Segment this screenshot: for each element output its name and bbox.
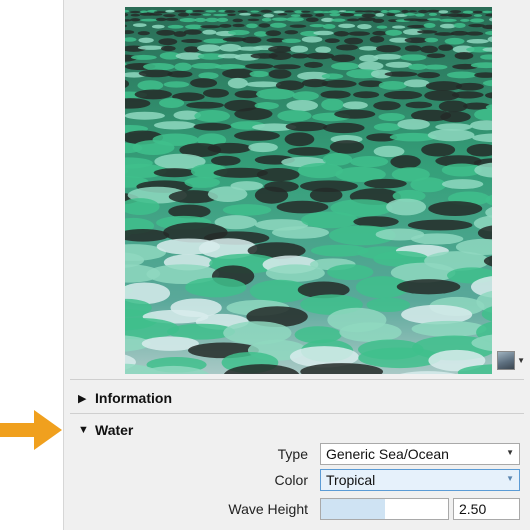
section-water-header[interactable]: ▼ Water — [78, 418, 133, 442]
wave-height-slider[interactable] — [320, 498, 449, 520]
section-divider — [70, 413, 524, 414]
type-label: Type — [277, 446, 308, 462]
chevron-down-icon: ▼ — [517, 355, 525, 365]
property-row-wave-height: Wave Height 2.50 — [64, 497, 530, 523]
type-dropdown[interactable]: Generic Sea/Ocean ▼ — [320, 443, 520, 465]
color-label: Color — [274, 472, 308, 488]
section-divider — [70, 379, 524, 380]
material-thumbnail-button[interactable]: ▼ — [497, 349, 525, 371]
section-information-header[interactable]: ▶ Information — [78, 386, 172, 410]
water-material-preview — [125, 7, 492, 374]
section-water-title: Water — [95, 422, 134, 438]
color-dropdown-value: Tropical — [326, 472, 376, 488]
collapse-down-icon: ▼ — [78, 424, 89, 436]
material-thumbnail-icon — [497, 350, 516, 370]
chevron-down-icon: ▼ — [506, 448, 514, 457]
chevron-down-icon: ▼ — [506, 474, 514, 483]
callout-arrow-icon — [0, 410, 62, 450]
color-dropdown[interactable]: Tropical ▼ — [320, 469, 520, 491]
material-properties-panel: ▼ ▶ Information ▼ Water Type Generic Sea… — [63, 0, 530, 530]
section-information-title: Information — [95, 390, 172, 406]
property-row-type: Type Generic Sea/Ocean ▼ — [64, 442, 530, 468]
property-row-color: Color Tropical ▼ — [64, 468, 530, 494]
wave-height-slider-fill — [321, 499, 385, 519]
wave-height-input[interactable]: 2.50 — [453, 498, 520, 520]
wave-height-label: Wave Height — [228, 501, 308, 517]
expand-right-icon: ▶ — [78, 392, 87, 405]
type-dropdown-value: Generic Sea/Ocean — [326, 446, 449, 462]
